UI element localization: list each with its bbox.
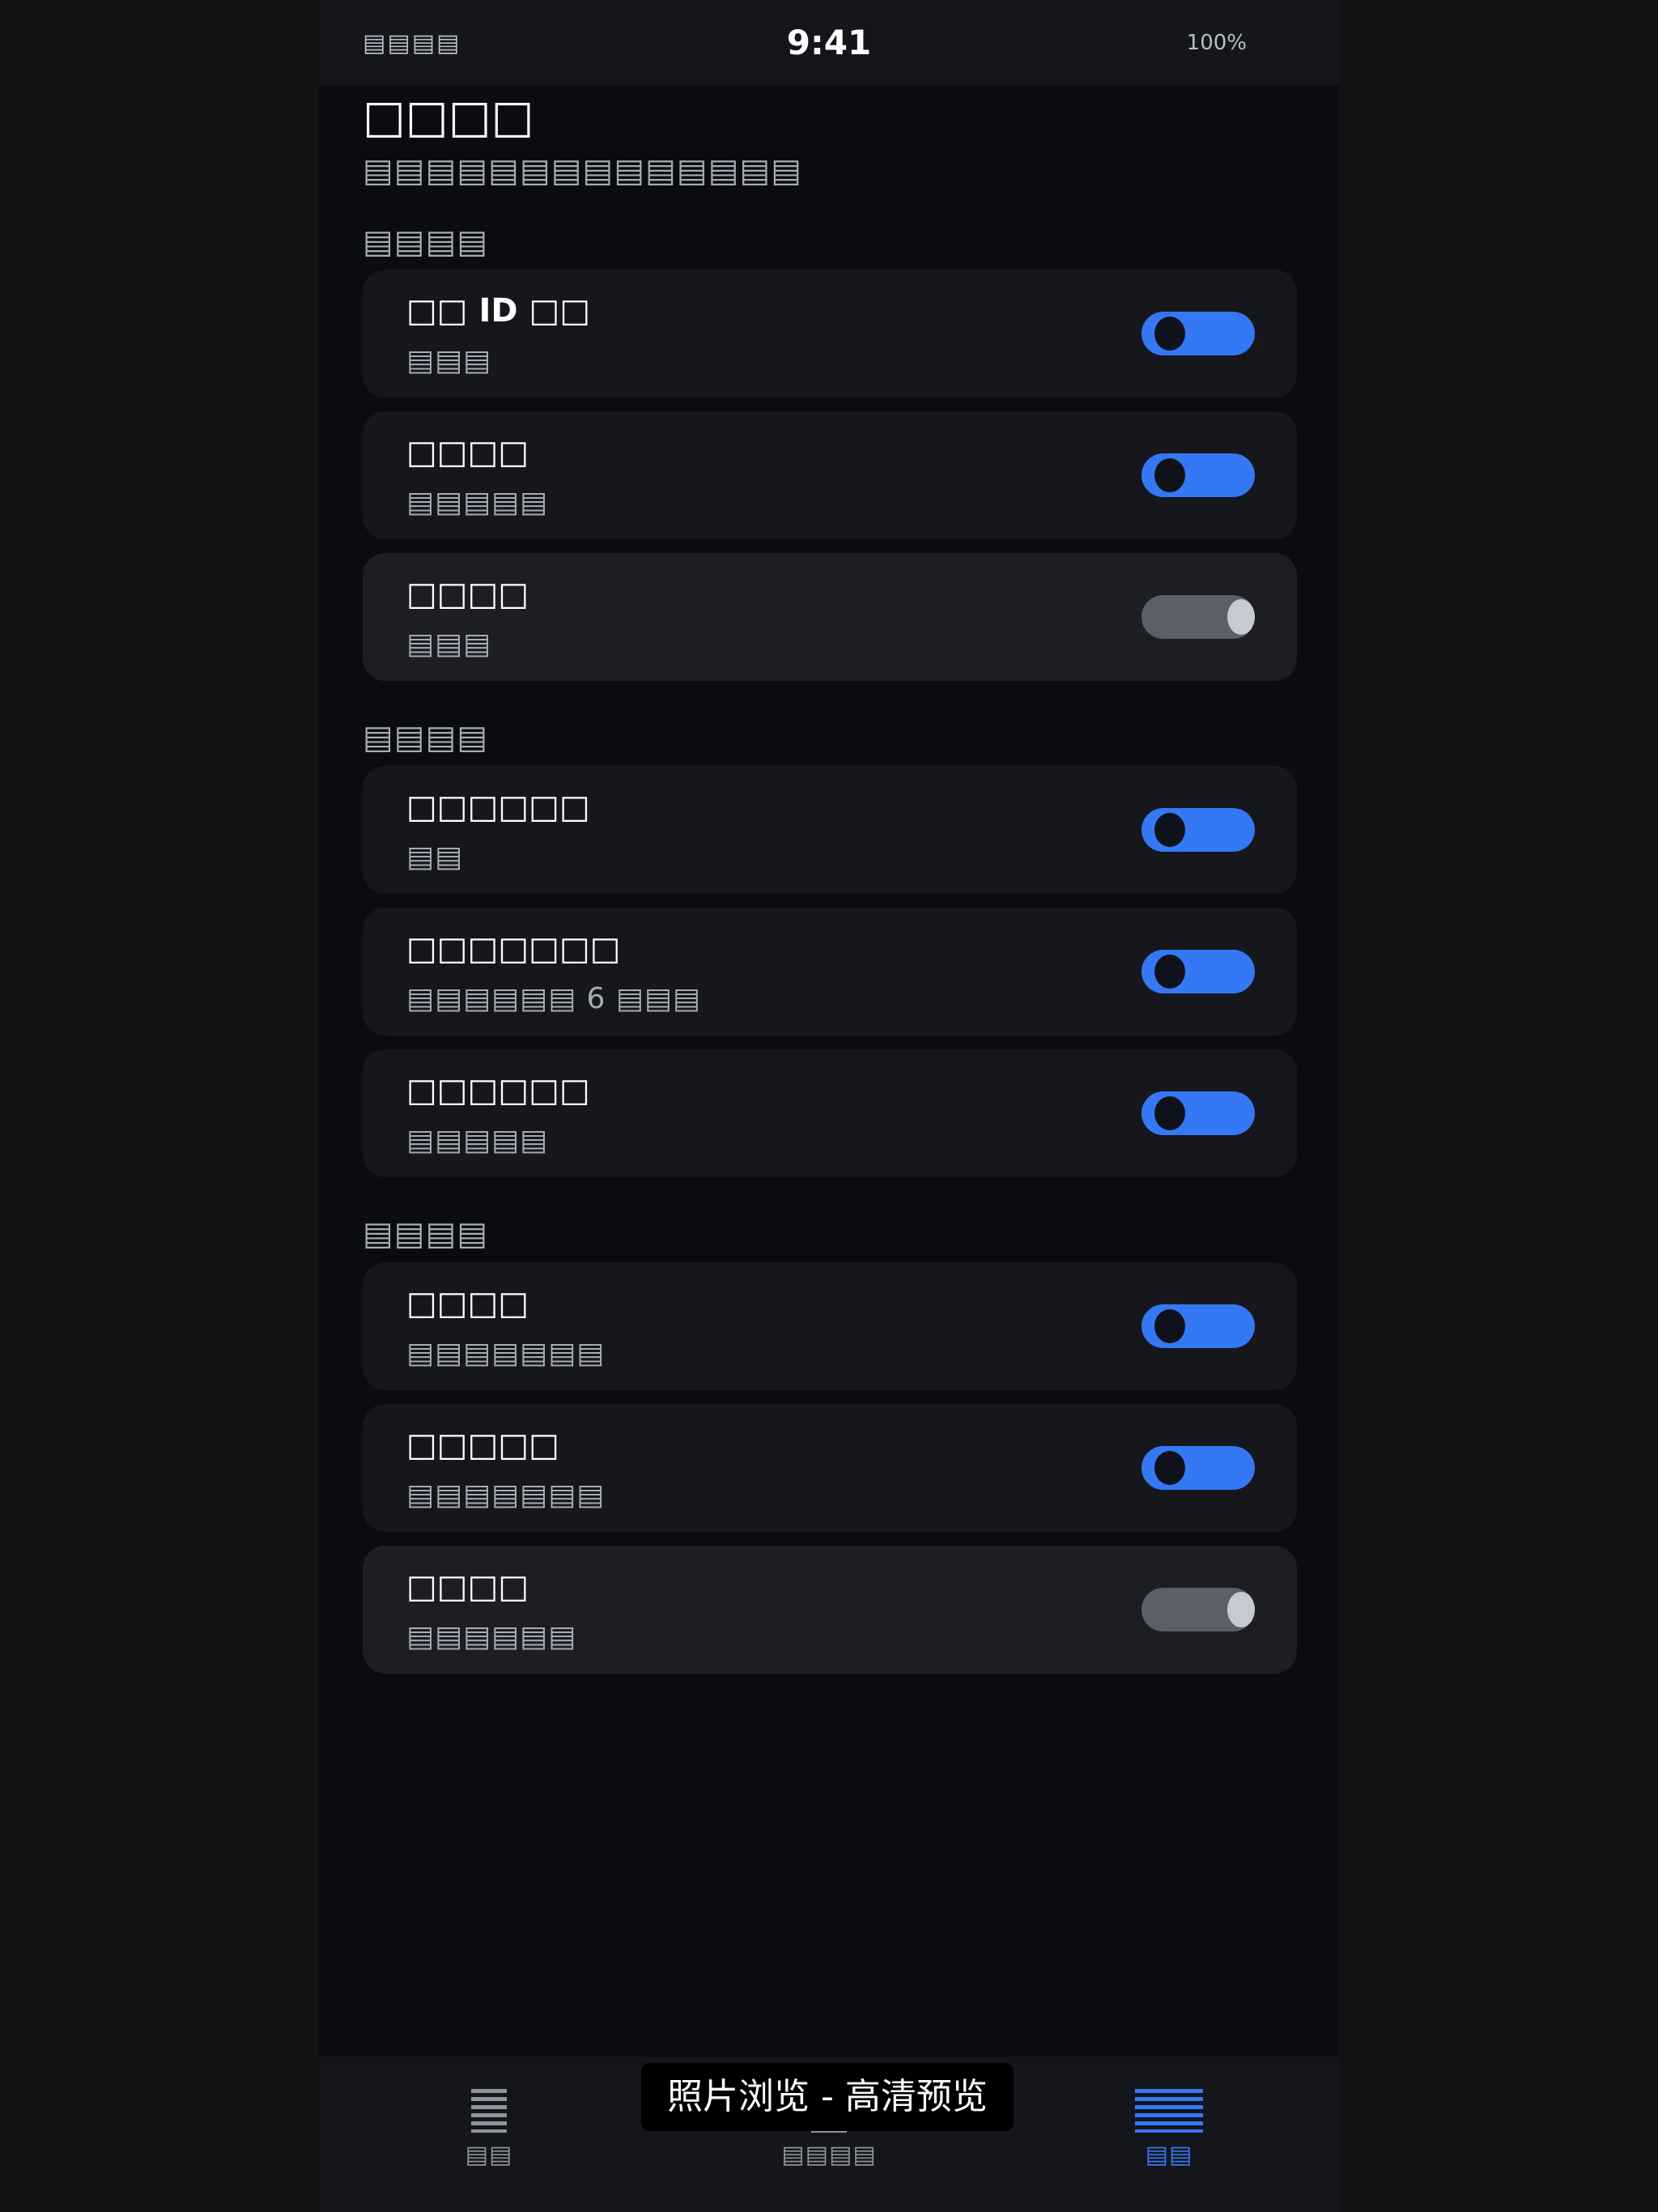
settings-icon	[1135, 2089, 1203, 2133]
setting-desc: ▤▤▤▤▤	[406, 486, 549, 519]
setting-desc: ▤▤▤▤▤	[406, 1124, 549, 1157]
setting-title: □□□□	[406, 1285, 529, 1322]
setting-desc: ▤▤▤▤▤▤	[406, 1620, 577, 1653]
toast-overlay: 照片浏览 - 高清预览	[641, 2063, 1014, 2131]
section-label-1: ▤▤▤▤	[363, 223, 489, 261]
setting-row[interactable]: □□□□□□ ▤▤	[363, 766, 1297, 894]
setting-title: □□□□□□	[406, 1072, 590, 1109]
toggle-switch[interactable]	[1141, 1091, 1255, 1135]
tab-label: ▤▤	[465, 2141, 513, 2169]
tab-label: ▤▤▤▤	[781, 2141, 877, 2169]
setting-desc: ▤▤▤▤▤▤ 6 ▤▤▤	[406, 982, 701, 1015]
toggle-switch[interactable]	[1141, 312, 1255, 355]
list-icon	[471, 2089, 507, 2133]
setting-desc: ▤▤▤▤▤▤▤	[406, 1478, 606, 1512]
section-label-2: ▤▤▤▤	[363, 719, 489, 756]
tab-label: ▤▤	[1145, 2141, 1193, 2169]
toggle-knob	[1154, 458, 1185, 492]
setting-row[interactable]: □□□□ ▤▤▤▤▤▤	[363, 1546, 1297, 1674]
toggle-knob	[1154, 1451, 1185, 1485]
battery-label: 100%	[1186, 31, 1247, 55]
setting-desc: ▤▤	[406, 840, 464, 874]
section-label-3: ▤▤▤▤	[363, 1215, 489, 1253]
tab-settings[interactable]: ▤▤	[1080, 2089, 1258, 2169]
tab-list[interactable]: ▤▤	[400, 2089, 578, 2169]
page-subtitle: ▤▤▤▤▤▤▤▤▤▤▤▤▤▤	[363, 152, 803, 189]
setting-row[interactable]: □□□□□□□ ▤▤▤▤▤▤ 6 ▤▤▤	[363, 908, 1297, 1036]
toggle-switch[interactable]	[1141, 1304, 1255, 1348]
phone-screen: ▤▤▤▤ 9:41 100% □□□□ ▤▤▤▤▤▤▤▤▤▤▤▤▤▤ ▤▤▤▤ …	[319, 0, 1339, 2212]
setting-desc: ▤▤▤▤▤▤▤	[406, 1337, 606, 1370]
toggle-knob	[1154, 317, 1185, 351]
setting-title: □□□□□□	[406, 789, 590, 826]
toggle-switch[interactable]	[1141, 453, 1255, 497]
setting-desc: ▤▤▤	[406, 627, 492, 661]
setting-row[interactable]: □□□□ ▤▤▤▤▤▤▤	[363, 1262, 1297, 1390]
page-title: □□□□	[363, 91, 534, 143]
setting-row[interactable]: □□□□ ▤▤▤▤▤	[363, 411, 1297, 539]
setting-row[interactable]: □□ ID □□ ▤▤▤	[363, 270, 1297, 398]
setting-title: □□□□□□□	[406, 930, 621, 968]
toggle-knob	[1227, 1592, 1255, 1627]
toggle-switch[interactable]	[1141, 595, 1255, 639]
toggle-knob	[1154, 1096, 1185, 1130]
toggle-switch[interactable]	[1141, 808, 1255, 852]
toggle-knob	[1154, 955, 1185, 989]
setting-title: □□□□	[406, 576, 529, 613]
setting-desc: ▤▤▤	[406, 344, 492, 377]
status-bar: ▤▤▤▤ 9:41 100%	[319, 0, 1339, 86]
setting-title: □□□□	[406, 434, 529, 471]
setting-title: □□□□□	[406, 1427, 559, 1464]
setting-row[interactable]: □□□□□□ ▤▤▤▤▤	[363, 1049, 1297, 1177]
setting-row[interactable]: □□□□□ ▤▤▤▤▤▤▤	[363, 1404, 1297, 1532]
setting-title: □□ ID □□	[406, 292, 591, 330]
toggle-switch[interactable]	[1141, 950, 1255, 993]
toggle-knob	[1154, 813, 1185, 847]
toggle-knob	[1227, 599, 1255, 635]
setting-row[interactable]: □□□□ ▤▤▤	[363, 553, 1297, 681]
toggle-switch[interactable]	[1141, 1588, 1255, 1631]
toggle-switch[interactable]	[1141, 1446, 1255, 1490]
toggle-knob	[1154, 1309, 1185, 1343]
setting-title: □□□□	[406, 1568, 529, 1606]
